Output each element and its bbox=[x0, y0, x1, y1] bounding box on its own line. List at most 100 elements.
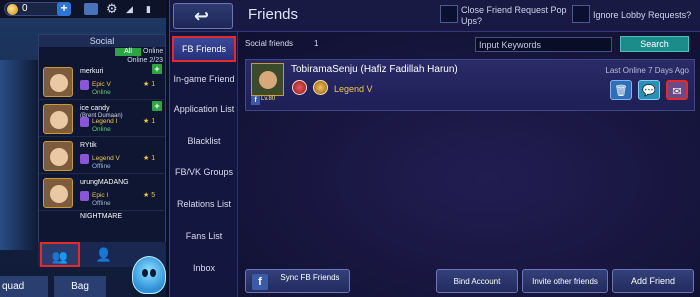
tab-relations-list[interactable]: Relations List bbox=[172, 195, 236, 213]
add-friend-icon: 👤 bbox=[95, 247, 113, 262]
tab-blacklist[interactable]: Blacklist bbox=[172, 132, 236, 150]
friends-tab[interactable]: 👥 bbox=[40, 242, 80, 267]
facebook-icon: f bbox=[251, 96, 260, 105]
tab-application-list[interactable]: Application List bbox=[172, 96, 236, 122]
friend-rank: Legend I bbox=[92, 118, 118, 125]
avatar[interactable] bbox=[43, 67, 73, 97]
friend-avatar[interactable] bbox=[251, 63, 284, 96]
avatar[interactable] bbox=[43, 104, 73, 134]
rank-badge-icon bbox=[80, 80, 89, 90]
friend-rank: Epic I bbox=[92, 192, 109, 199]
ignore-lobby-checkbox[interactable] bbox=[572, 5, 590, 23]
bag-button[interactable]: Bag bbox=[54, 276, 106, 297]
friend-status: Online bbox=[92, 126, 111, 133]
sync-label: Sync FB Friends bbox=[280, 273, 340, 282]
friend-status: Offline bbox=[92, 163, 111, 170]
search-input[interactable] bbox=[475, 37, 612, 52]
friends-header: ↩ Friends Close Friend Request Pop Ups? … bbox=[170, 0, 700, 32]
friend-row[interactable]: RYtik Legend V Offline ★ 1 bbox=[39, 139, 165, 174]
tab-fb-vk-groups[interactable]: FB/VK Groups bbox=[172, 163, 236, 181]
friend-name: merkuri bbox=[80, 68, 104, 75]
friend-status: Offline bbox=[92, 200, 111, 207]
friend-name: urungMADANG bbox=[80, 179, 129, 186]
squad-button[interactable]: quad bbox=[0, 276, 48, 297]
bottom-action-bar: f Sync FB Friends Bind Account Invite ot… bbox=[239, 266, 700, 297]
tab-fb-friends[interactable]: FB Friends bbox=[172, 36, 236, 62]
add-gold-button[interactable]: + bbox=[57, 2, 71, 16]
friend-name: ice candy bbox=[80, 105, 110, 112]
online-count: Online 2/23 bbox=[127, 57, 163, 64]
delete-friend-button[interactable]: 🗑 bbox=[610, 80, 632, 100]
gift-icon: ✉ bbox=[672, 86, 682, 98]
friends-content: Social friends 1 Search f Lv.80 Tobirama… bbox=[239, 32, 700, 297]
social-panel: Social All Online Online 2/23 merkuri Epi… bbox=[38, 34, 166, 267]
back-button[interactable]: ↩ bbox=[173, 3, 233, 29]
tab-inbox[interactable]: Inbox bbox=[172, 259, 236, 277]
friends-icon: 👥 bbox=[51, 249, 69, 264]
back-arrow-icon: ↩ bbox=[194, 6, 210, 26]
friend-row[interactable]: merkuri Epic V Online ★ 1 + bbox=[39, 64, 165, 100]
friend-row[interactable]: ice candy (Brent Dumaan) Legend I Online ★ 1… bbox=[39, 101, 165, 137]
hero-background bbox=[0, 60, 38, 250]
add-button[interactable]: + bbox=[152, 101, 162, 111]
add-friend-button[interactable]: Add Friend bbox=[612, 269, 694, 293]
mail-icon[interactable] bbox=[84, 3, 98, 15]
friend-stars: ★ 5 bbox=[143, 192, 156, 199]
facebook-icon: f bbox=[252, 274, 268, 290]
friends-window: ↩ Friends Close Friend Request Pop Ups? … bbox=[169, 0, 700, 297]
gear-icon[interactable]: ⚙ bbox=[106, 2, 120, 15]
friend-rank: Legend V bbox=[334, 84, 373, 94]
tab-in-game-friend[interactable]: In-game Friend bbox=[172, 66, 236, 92]
close-popups-label: Close Friend Request Pop Ups? bbox=[461, 5, 567, 26]
filter-all-button[interactable]: All bbox=[115, 48, 141, 56]
social-friends-count: 1 bbox=[314, 39, 319, 48]
avatar[interactable] bbox=[43, 178, 73, 208]
friend-status: Online bbox=[92, 89, 111, 96]
friend-stars: ★ 1 bbox=[143, 155, 156, 162]
add-friend-tab[interactable]: 👤 bbox=[84, 242, 124, 267]
send-gift-button[interactable]: ✉ bbox=[666, 80, 688, 100]
friend-name: RYtik bbox=[80, 142, 97, 149]
friend-name: NIGHTMARE bbox=[80, 213, 122, 220]
rank-emblem-icon bbox=[313, 80, 328, 95]
friends-nav: FB Friends In-game Friend Application Li… bbox=[170, 32, 238, 297]
lobby-bottom-bar: quad Bag bbox=[0, 276, 130, 297]
wifi-icon: ◢ bbox=[126, 4, 133, 14]
friend-stars: ★ 1 bbox=[143, 118, 156, 125]
friend-level: Lv.80 bbox=[261, 96, 276, 102]
chat-icon: 💬 bbox=[642, 85, 656, 97]
social-side-panel: 0 + ⚙ ◢ ▮ Social All Online Online 2/23 … bbox=[0, 0, 166, 297]
search-button[interactable]: Search bbox=[620, 36, 689, 52]
friend-rank: Legend V bbox=[92, 155, 120, 162]
sync-fb-friends-button[interactable]: f Sync FB Friends bbox=[245, 269, 350, 293]
social-filter: All Online bbox=[39, 47, 165, 56]
ignore-lobby-label: Ignore Lobby Requests? bbox=[593, 10, 692, 20]
last-online: Last Online 7 Days Ago bbox=[605, 66, 689, 75]
chat-button[interactable]: 💬 bbox=[638, 80, 660, 100]
page-title: Friends bbox=[248, 6, 299, 23]
signal-icon: ▮ bbox=[146, 4, 151, 14]
social-title: Social bbox=[39, 35, 165, 47]
gold-coin-icon bbox=[7, 4, 18, 15]
filter-online-button[interactable]: Online bbox=[143, 48, 163, 56]
friend-name: TobiramaSenju (Hafiz Fadillah Harun) bbox=[291, 64, 458, 75]
friend-card[interactable]: f Lv.80 TobiramaSenju (Hafiz Fadillah Ha… bbox=[245, 59, 695, 111]
gold-counter: 0 + bbox=[4, 2, 71, 16]
friend-list: merkuri Epic V Online ★ 1 + ice candy (Brent D… bbox=[39, 64, 165, 211]
add-button[interactable]: + bbox=[152, 64, 162, 74]
invite-friends-button[interactable]: Invite other friends bbox=[522, 269, 608, 293]
avatar[interactable] bbox=[43, 141, 73, 171]
gold-amount: 0 bbox=[22, 3, 28, 14]
close-popups-checkbox[interactable] bbox=[440, 5, 458, 23]
emblem-icon bbox=[292, 80, 307, 95]
social-friends-label: Social friends bbox=[245, 39, 294, 48]
pet-mascot[interactable] bbox=[132, 256, 166, 294]
friend-row-partial: NIGHTMARE bbox=[39, 213, 165, 221]
lobby-top-bar: 0 + ⚙ ◢ ▮ bbox=[0, 0, 166, 18]
friend-stars: ★ 1 bbox=[143, 81, 156, 88]
delete-icon: 🗑 bbox=[614, 85, 628, 97]
tab-fans-list[interactable]: Fans List bbox=[172, 227, 236, 245]
friend-row[interactable]: urungMADANG Epic I Offline ★ 5 bbox=[39, 176, 165, 211]
bind-account-button[interactable]: Bind Account bbox=[436, 269, 518, 293]
rank-badge-icon bbox=[80, 191, 89, 201]
